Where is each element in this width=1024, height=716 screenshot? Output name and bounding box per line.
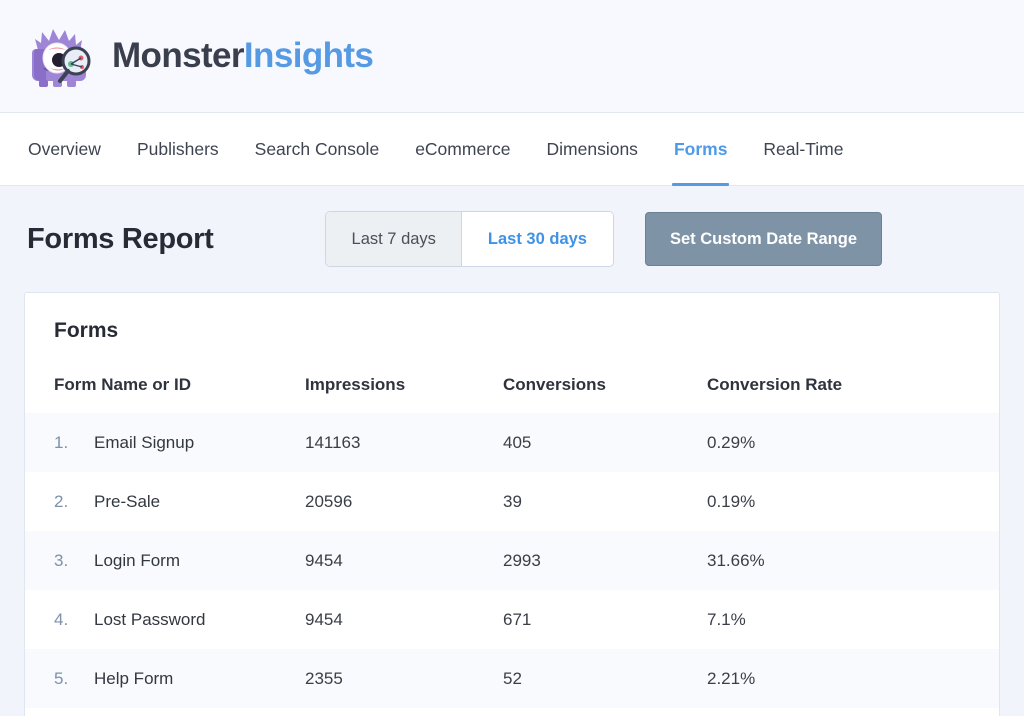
set-custom-date-range-button[interactable]: Set Custom Date Range <box>645 212 882 266</box>
card-title: Forms <box>25 293 999 343</box>
row-conversion-rate: 0.19% <box>707 472 999 531</box>
row-form-name: Help Form <box>94 669 173 688</box>
date-range-controls: Last 7 days Last 30 days Set Custom Date… <box>326 212 883 266</box>
app-header: MonsterInsights <box>0 0 1024 113</box>
row-rank: 4. <box>54 610 94 630</box>
tab-overview[interactable]: Overview <box>28 113 119 185</box>
tab-ecommerce[interactable]: eCommerce <box>397 113 528 185</box>
row-impressions: 2355 <box>305 649 503 708</box>
tab-dimensions[interactable]: Dimensions <box>529 113 656 185</box>
date-range-last-7-days-button[interactable]: Last 7 days <box>326 212 462 266</box>
main-navigation: Overview Publishers Search Console eComm… <box>0 113 1024 186</box>
row-conversions: 2993 <box>503 531 707 590</box>
column-header-conversion-rate[interactable]: Conversion Rate <box>707 367 999 413</box>
row-form-name: Pre-Sale <box>94 492 160 511</box>
row-rank: 1. <box>54 433 94 453</box>
brand-wordmark: MonsterInsights <box>112 36 373 76</box>
row-form-name: Login Form <box>94 551 180 570</box>
row-conversion-rate: 2.21% <box>707 649 999 708</box>
row-conversions: 52 <box>503 649 707 708</box>
forms-table: Form Name or ID Impressions Conversions … <box>25 367 999 708</box>
row-rank: 3. <box>54 551 94 571</box>
tab-forms[interactable]: Forms <box>656 113 745 185</box>
date-range-last-30-days-button[interactable]: Last 30 days <box>462 212 613 266</box>
row-conversions: 405 <box>503 413 707 472</box>
table-header-row: Form Name or ID Impressions Conversions … <box>25 367 999 413</box>
table-row[interactable]: 4.Lost Password 9454 671 7.1% <box>25 590 999 649</box>
row-conversion-rate: 0.29% <box>707 413 999 472</box>
table-row[interactable]: 3.Login Form 9454 2993 31.66% <box>25 531 999 590</box>
forms-table-body: 1.Email Signup 141163 405 0.29% 2.Pre-Sa… <box>25 413 999 708</box>
row-rank: 5. <box>54 669 94 689</box>
page-title: Forms Report <box>27 223 214 256</box>
tab-search-console[interactable]: Search Console <box>237 113 398 185</box>
monster-mascot-with-magnifier-icon <box>26 20 98 92</box>
table-row[interactable]: 2.Pre-Sale 20596 39 0.19% <box>25 472 999 531</box>
row-impressions: 20596 <box>305 472 503 531</box>
row-form-name: Lost Password <box>94 610 206 629</box>
brand-name-secondary: Insights <box>244 36 373 75</box>
row-conversions: 671 <box>503 590 707 649</box>
forms-table-head: Form Name or ID Impressions Conversions … <box>25 367 999 413</box>
table-row[interactable]: 5.Help Form 2355 52 2.21% <box>25 649 999 708</box>
brand-name-primary: Monster <box>112 36 244 75</box>
row-impressions: 9454 <box>305 531 503 590</box>
table-row[interactable]: 1.Email Signup 141163 405 0.29% <box>25 413 999 472</box>
column-header-impressions[interactable]: Impressions <box>305 367 503 413</box>
page-content: Forms Report Last 7 days Last 30 days Se… <box>0 186 1024 716</box>
row-rank: 2. <box>54 492 94 512</box>
column-header-form-name[interactable]: Form Name or ID <box>25 367 305 413</box>
row-conversions: 39 <box>503 472 707 531</box>
report-header: Forms Report Last 7 days Last 30 days Se… <box>24 186 1000 292</box>
brand-logo[interactable]: MonsterInsights <box>26 20 373 92</box>
row-impressions: 9454 <box>305 590 503 649</box>
forms-card: Forms Form Name or ID Impressions Conver… <box>24 292 1000 716</box>
tab-publishers[interactable]: Publishers <box>119 113 237 185</box>
row-conversion-rate: 7.1% <box>707 590 999 649</box>
row-form-name: Email Signup <box>94 433 194 452</box>
tab-real-time[interactable]: Real-Time <box>745 113 861 185</box>
column-header-conversions[interactable]: Conversions <box>503 367 707 413</box>
date-range-toggle-group: Last 7 days Last 30 days <box>326 212 613 266</box>
row-impressions: 141163 <box>305 413 503 472</box>
row-conversion-rate: 31.66% <box>707 531 999 590</box>
